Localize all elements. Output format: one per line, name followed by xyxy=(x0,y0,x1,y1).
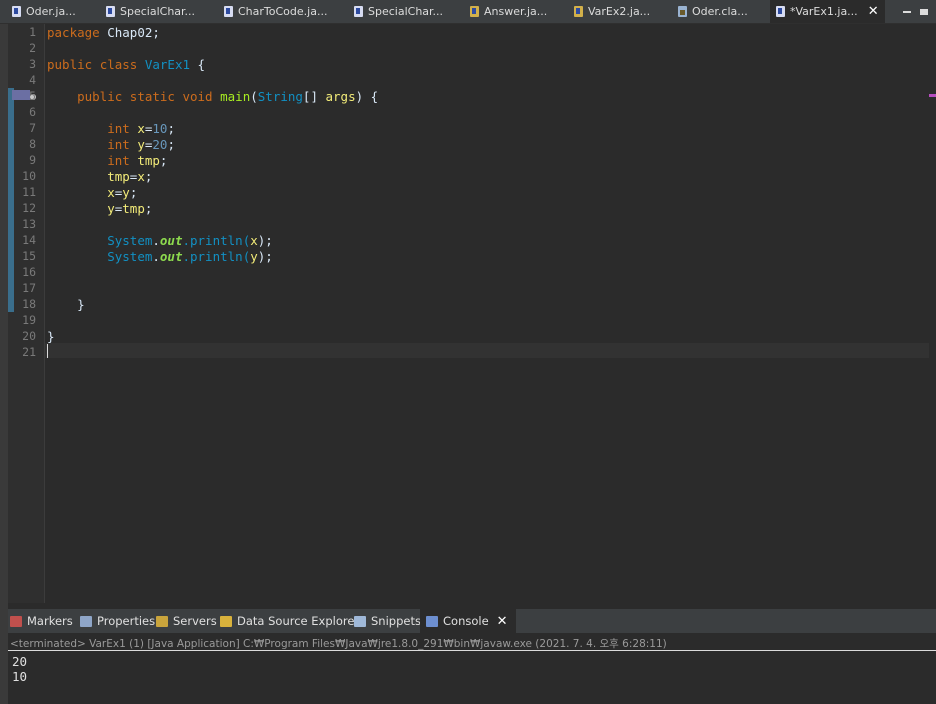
code-line-14: System.out.println(x); xyxy=(107,233,273,248)
runnable-java-file-icon xyxy=(470,6,479,17)
close-icon[interactable]: ✕ xyxy=(868,4,879,19)
java-file-icon xyxy=(12,6,21,17)
line-number: 5 xyxy=(29,89,36,103)
servers-icon xyxy=(156,615,168,627)
text-caret xyxy=(47,344,48,358)
tab-label: Console xyxy=(443,614,489,628)
console-output[interactable]: 20 10 xyxy=(12,654,27,684)
code-text[interactable]: package Chap02; public class VarEx1 { pu… xyxy=(47,24,378,344)
left-edge-rail xyxy=(0,24,8,704)
code-line-18: } xyxy=(77,297,85,312)
current-line-highlight xyxy=(45,343,929,358)
markers-icon xyxy=(10,615,22,627)
minimize-icon[interactable] xyxy=(903,10,911,13)
line-number: 6 xyxy=(29,105,36,119)
java-file-icon xyxy=(106,6,115,17)
tab-oder-java[interactable]: Oder.ja... xyxy=(12,0,76,23)
tab-label: Properties xyxy=(97,614,156,628)
code-line-7: int x=10; xyxy=(107,121,175,136)
console-status: <terminated> VarEx1 (1) [Java Applicatio… xyxy=(10,638,667,650)
line-number: 1 xyxy=(29,25,36,39)
snippets-icon xyxy=(354,615,366,627)
console-line: 20 xyxy=(12,654,28,669)
tab-label: Oder.cla... xyxy=(692,5,748,18)
line-number: 19 xyxy=(22,313,36,327)
tab-oder-class[interactable]: Oder.cla... xyxy=(678,0,748,23)
tab-answer[interactable]: Answer.ja... xyxy=(470,0,547,23)
line-number: 15 xyxy=(22,249,36,263)
tab-varex2[interactable]: VarEx2.ja... xyxy=(574,0,650,23)
java-file-icon xyxy=(224,6,233,17)
code-line-8: int y=20; xyxy=(107,137,175,152)
console-line: 10 xyxy=(12,669,28,684)
line-number: 20 xyxy=(22,329,36,343)
tab-servers[interactable]: Servers xyxy=(156,609,217,633)
tab-varex1-active[interactable]: *VarEx1.ja... ✕ xyxy=(770,0,885,23)
line-number: 10 xyxy=(22,169,36,183)
line-number: 4 xyxy=(29,73,36,87)
runnable-java-file-icon xyxy=(574,6,583,17)
line-number: 9 xyxy=(29,153,36,167)
line-number: 17 xyxy=(22,281,36,295)
line-number: 13 xyxy=(22,217,36,231)
tab-properties[interactable]: Properties xyxy=(80,609,155,633)
code-line-5: public static void main(String[] args) { xyxy=(77,89,379,104)
code-line-3: public class VarEx1 { xyxy=(47,57,206,72)
change-annotation-bar xyxy=(8,88,14,312)
code-editor[interactable]: 1 2 3 4 5 6 7 8 9 10 11 12 13 14 15 16 17 18 19 20 21 packag… xyxy=(8,24,936,603)
tab-label: Servers xyxy=(173,614,217,628)
close-icon[interactable]: ✕ xyxy=(497,614,508,629)
java-file-icon xyxy=(354,6,363,17)
tab-specialchar-1[interactable]: SpecialChar... xyxy=(106,0,195,23)
tab-label: Snippets xyxy=(371,614,421,628)
class-file-icon xyxy=(678,6,687,17)
line-number: 14 xyxy=(22,233,36,247)
tab-label: *VarEx1.ja... xyxy=(790,5,858,18)
tab-data-source-explorer[interactable]: Data Source Explorer xyxy=(220,609,359,633)
maximize-icon[interactable] xyxy=(920,8,928,15)
properties-icon xyxy=(80,615,92,627)
editor-tab-bar: Oder.ja... SpecialChar... CharToCode.ja.… xyxy=(0,0,936,24)
tab-snippets[interactable]: Snippets xyxy=(354,609,421,633)
console-panel[interactable]: <terminated> VarEx1 (1) [Java Applicatio… xyxy=(8,633,936,704)
tab-specialchar-2[interactable]: SpecialChar... xyxy=(354,0,443,23)
code-line-9: int tmp; xyxy=(107,153,168,168)
tab-label: Data Source Explorer xyxy=(237,614,360,628)
data-source-explorer-icon xyxy=(220,615,232,627)
code-line-12: y=tmp; xyxy=(107,201,153,216)
line-number: 21 xyxy=(22,345,36,359)
line-number: 18 xyxy=(22,297,36,311)
line-number: 16 xyxy=(22,265,36,279)
tab-label: VarEx2.ja... xyxy=(588,5,651,18)
tab-label: SpecialChar... xyxy=(368,5,444,18)
line-number: 3 xyxy=(29,57,36,71)
line-number: 2 xyxy=(29,41,36,55)
line-number: 11 xyxy=(22,185,36,199)
line-number: 8 xyxy=(29,137,36,151)
tab-label: Oder.ja... xyxy=(26,5,76,18)
window-controls xyxy=(903,0,928,23)
bottom-panel-tab-bar: Markers Properties Servers Data Source E… xyxy=(8,609,936,633)
tab-markers[interactable]: Markers xyxy=(10,609,73,633)
tab-chartocode[interactable]: CharToCode.ja... xyxy=(224,0,327,23)
code-line-10: tmp=x; xyxy=(107,169,153,184)
code-line-15: System.out.println(y); xyxy=(107,249,273,264)
code-line-11: x=y; xyxy=(107,185,138,200)
code-line-1: package Chap02; xyxy=(47,25,160,40)
tab-label: Markers xyxy=(27,614,73,628)
tab-label: CharToCode.ja... xyxy=(238,5,328,18)
console-icon xyxy=(426,615,438,627)
line-number-gutter: 1 2 3 4 5 6 7 8 9 10 11 12 13 14 15 16 17 18 19 20 21 xyxy=(8,24,45,603)
tab-label: SpecialChar... xyxy=(120,5,196,18)
java-file-icon xyxy=(776,6,785,17)
tab-label: Answer.ja... xyxy=(484,5,548,18)
line-number: 12 xyxy=(22,201,36,215)
tab-console[interactable]: Console ✕ xyxy=(420,609,516,633)
code-line-20: } xyxy=(47,329,55,344)
overview-ruler-marker[interactable] xyxy=(929,94,936,97)
line-number: 7 xyxy=(29,121,36,135)
console-divider xyxy=(8,650,936,651)
